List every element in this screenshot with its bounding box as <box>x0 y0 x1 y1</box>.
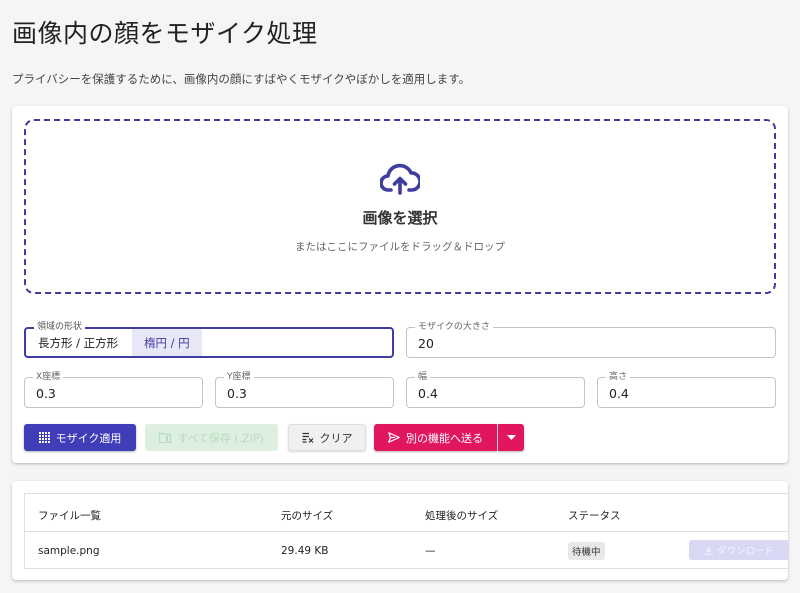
send-to-feature-label: 別の機能へ送る <box>406 431 483 445</box>
caret-down-icon <box>506 435 516 440</box>
dropzone-hint: またはここにファイルをドラッグ＆ドロップ <box>295 241 505 253</box>
mosaic-grid-icon <box>38 432 50 443</box>
width-value[interactable]: 0.4 <box>418 386 438 401</box>
file-processed-size: — <box>425 545 436 557</box>
page-title: 画像内の顔をモザイク処理 <box>12 19 318 48</box>
x-coordinate-label: X座標 <box>33 371 64 383</box>
status-badge: 待機中 <box>568 542 605 560</box>
x-coordinate-field[interactable]: X座標 0.3 <box>24 371 203 408</box>
file-name: sample.png <box>38 545 100 557</box>
header-divider <box>25 531 788 532</box>
download-icon <box>704 546 713 555</box>
y-coordinate-label: Y座標 <box>224 371 254 383</box>
shape-option-rectangle[interactable]: 長方形 / 正方形 <box>26 329 132 356</box>
width-field[interactable]: 幅 0.4 <box>406 371 585 408</box>
clear-label: クリア <box>319 431 353 445</box>
y-coordinate-field[interactable]: Y座標 0.3 <box>215 371 394 408</box>
y-coordinate-value[interactable]: 0.3 <box>227 386 247 401</box>
download-button[interactable]: ダウンロード <box>689 540 789 560</box>
send-to-feature-button[interactable]: 別の機能へ送る <box>374 424 497 451</box>
folder-zip-icon <box>159 432 172 443</box>
page-description: プライバシーを保護するために、画像内の顔にすばやくモザイクやぼかしを適用します。 <box>12 72 471 86</box>
download-label: ダウンロード <box>716 546 774 557</box>
clear-button[interactable]: クリア <box>288 424 366 451</box>
file-original-size: 29.49 KB <box>281 545 329 557</box>
send-icon <box>388 432 400 443</box>
image-dropzone[interactable]: 画像を選択 またはここにファイルをドラッグ＆ドロップ <box>24 119 776 294</box>
x-coordinate-value[interactable]: 0.3 <box>36 386 56 401</box>
mosaic-size-label: モザイクの大きさ <box>415 321 493 333</box>
header-processed-size: 処理後のサイズ <box>425 510 499 522</box>
header-file-list: ファイル一覧 <box>38 510 101 522</box>
send-dropdown-button[interactable] <box>498 424 524 451</box>
file-list-card: ファイル一覧 元のサイズ 処理後のサイズ ステータス sample.png 29… <box>12 481 789 580</box>
header-status: ステータス <box>568 510 621 522</box>
shape-option-ellipse[interactable]: 楕円 / 円 <box>132 329 202 356</box>
height-label: 高さ <box>606 371 631 383</box>
cloud-upload-icon <box>380 163 420 195</box>
file-table: ファイル一覧 元のサイズ 処理後のサイズ ステータス sample.png 29… <box>24 493 789 569</box>
header-original-size: 元のサイズ <box>281 510 334 522</box>
dropzone-title: 画像を選択 <box>362 209 438 227</box>
shape-selector: 領域の形状 長方形 / 正方形 楕円 / 円 <box>24 321 394 358</box>
mosaic-size-value[interactable]: 20 <box>418 336 434 351</box>
height-value[interactable]: 0.4 <box>609 386 629 401</box>
settings-card: 画像を選択 またはここにファイルをドラッグ＆ドロップ 領域の形状 長方形 / 正… <box>12 106 788 463</box>
apply-mosaic-button[interactable]: モザイク適用 <box>24 424 136 451</box>
save-all-zip-label: すべて保存 (.ZIP) <box>177 431 264 445</box>
width-label: 幅 <box>415 371 431 383</box>
save-all-zip-button[interactable]: すべて保存 (.ZIP) <box>145 424 278 451</box>
height-field[interactable]: 高さ 0.4 <box>597 371 776 408</box>
mosaic-size-field[interactable]: モザイクの大きさ 20 <box>406 321 776 358</box>
apply-mosaic-label: モザイク適用 <box>55 431 122 445</box>
clear-list-icon <box>302 432 313 443</box>
